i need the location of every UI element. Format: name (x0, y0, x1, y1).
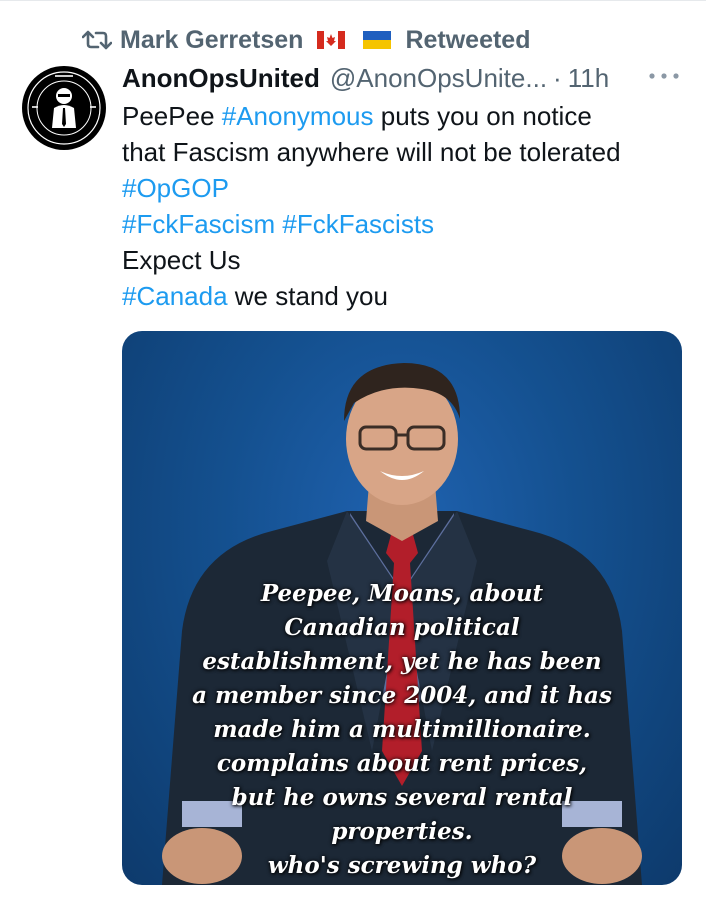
meme-line: but he owns several rental (231, 784, 573, 811)
tweet-media-image[interactable]: Peepee, Moans, about Canadian political … (122, 331, 682, 885)
tweet-header: AnonOpsUnited @AnonOpsUnite... · 11h (122, 60, 682, 96)
display-name[interactable]: AnonOpsUnited (122, 63, 320, 94)
canada-flag-icon (317, 31, 346, 49)
tweet-line-2: that Fascism anywhere will not be tolera… (122, 137, 621, 167)
hashtag-anonymous[interactable]: #Anonymous (222, 101, 374, 131)
tweet-body: PeePee #Anonymous puts you on notice tha… (122, 98, 682, 314)
tweet-line-5: Expect Us (122, 245, 241, 275)
meme-caption: Peepee, Moans, about Canadian political … (122, 577, 682, 883)
tweet-text-segment: PeePee (122, 101, 222, 131)
meme-line: complains about rent prices, (216, 750, 588, 777)
user-handle[interactable]: @AnonOpsUnite... (330, 63, 547, 94)
timestamp[interactable]: 11h (568, 63, 609, 94)
tweet-line-6: #Canada we stand you (122, 278, 682, 314)
meme-line: establishment, yet he has been (202, 648, 602, 675)
retweet-context[interactable]: Mark Gerretsen Retweeted (82, 24, 530, 56)
more-horizontal-icon[interactable] (646, 64, 682, 88)
tweet-line-3: #OpGOP (122, 170, 682, 206)
meme-line: a member since 2004, and it has (192, 682, 612, 709)
hashtag-canada[interactable]: #Canada (122, 281, 228, 311)
top-divider (0, 0, 706, 1)
tweet-line-4: #FckFascism #FckFascists (122, 206, 682, 242)
tweet-line-1: PeePee #Anonymous puts you on notice (122, 98, 682, 134)
meme-line: made him a multimillionaire. (213, 716, 591, 743)
hashtag-opgop[interactable]: #OpGOP (122, 173, 229, 203)
meme-line: who's screwing who? (267, 852, 537, 879)
separator-dot: · (553, 62, 562, 93)
retweet-icon (82, 30, 112, 50)
meme-line: Canadian political (284, 614, 520, 641)
meme-line: properties. (331, 818, 473, 845)
ukraine-flag-icon (363, 31, 392, 49)
hashtag-fckfascists[interactable]: #FckFascists (282, 209, 434, 239)
hashtag-fckfascism[interactable]: #FckFascism (122, 209, 275, 239)
tweet-text-segment: we stand you (227, 281, 388, 311)
retweeter-name[interactable]: Mark Gerretsen (120, 26, 303, 55)
meme-line: Peepee, Moans, about (260, 580, 544, 607)
retweeted-label: Retweeted (405, 25, 531, 54)
tweet-text-segment: puts you on notice (373, 101, 592, 131)
anonymous-logo-icon (23, 67, 105, 149)
avatar[interactable] (22, 66, 106, 150)
